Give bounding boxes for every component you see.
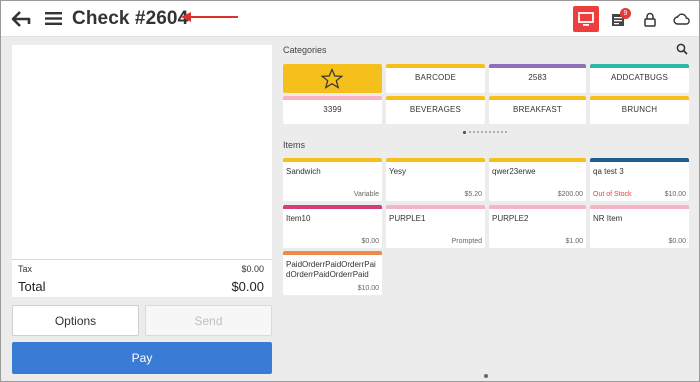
- cloud-icon: [672, 13, 690, 25]
- tax-value: $0.00: [241, 264, 264, 274]
- page-dot: [477, 131, 479, 133]
- customer-display-button[interactable]: [573, 6, 599, 32]
- check-items-list[interactable]: [12, 45, 272, 260]
- total-value: $0.00: [231, 279, 264, 294]
- item-name: qa test 3: [593, 167, 624, 176]
- item-name: NR Item: [593, 214, 623, 223]
- item-name: PaidOrderrPaidOrderrPaidOrderrPaidOrderr…: [286, 260, 376, 279]
- notification-badge: 9: [620, 8, 631, 19]
- page-title: Check #2604: [72, 8, 189, 29]
- item-tile[interactable]: qwer23erwe $200.00: [489, 158, 586, 201]
- item-tile[interactable]: NR Item $0.00: [590, 205, 689, 248]
- page-dot: [481, 131, 483, 133]
- item-price: Variable: [353, 191, 379, 198]
- lock-button[interactable]: [637, 6, 663, 32]
- page-dot: [505, 131, 507, 133]
- category-tile[interactable]: BARCODE: [386, 64, 485, 93]
- lock-icon: [644, 12, 656, 27]
- item-price: $0.00: [361, 238, 379, 245]
- category-tile[interactable]: BEVERAGES: [386, 96, 485, 124]
- item-price: $5.20: [464, 191, 482, 198]
- star-icon: [321, 68, 343, 89]
- category-tile[interactable]: ADDCATBUGS: [590, 64, 689, 93]
- check-totals: Tax $0.00 Total $0.00: [12, 259, 272, 297]
- item-color-bar: [489, 205, 586, 209]
- items-heading: Items: [283, 140, 306, 150]
- item-color-bar: [489, 158, 586, 162]
- page-dot: [463, 131, 466, 134]
- item-tile[interactable]: PURPLE1 Prompted: [386, 205, 485, 248]
- top-bar: Check #2604 9: [1, 1, 699, 37]
- pos-screen: Check #2604 9 Tax $0.00 Total $0.00 Opti…: [0, 0, 700, 382]
- item-price: Prompted: [451, 238, 482, 245]
- search-icon[interactable]: [676, 43, 688, 55]
- category-tile[interactable]: 2583: [489, 64, 586, 93]
- category-color-bar: [590, 64, 689, 68]
- options-button[interactable]: Options: [12, 305, 139, 336]
- item-tile[interactable]: qa test 3 Out of Stock $10.00: [590, 158, 689, 201]
- category-color-bar: [590, 96, 689, 100]
- out-of-stock-label: Out of Stock: [593, 191, 632, 198]
- item-price: $10.00: [664, 191, 686, 198]
- orders-button[interactable]: 9: [605, 6, 631, 32]
- item-color-bar: [283, 158, 382, 162]
- page-dot: [469, 131, 471, 133]
- item-name: PURPLE1: [389, 214, 426, 223]
- items-page-indicator: [484, 374, 488, 378]
- page-dot: [493, 131, 495, 133]
- item-tile[interactable]: PURPLE2 $1.00: [489, 205, 586, 248]
- category-label: BRUNCH: [621, 105, 658, 114]
- category-color-bar: [283, 96, 382, 100]
- category-color-bar: [386, 64, 485, 68]
- item-color-bar: [590, 205, 689, 209]
- item-color-bar: [386, 158, 485, 162]
- item-tile[interactable]: PaidOrderrPaidOrderrPaidOrderrPaidOrderr…: [283, 251, 382, 295]
- page-dot: [485, 131, 487, 133]
- category-label: 2583: [528, 73, 547, 82]
- send-button[interactable]: Send: [145, 305, 272, 336]
- categories-heading: Categories: [283, 45, 327, 55]
- total-label: Total: [18, 279, 46, 294]
- favorites-category-tile[interactable]: [283, 64, 382, 93]
- item-tile[interactable]: Sandwich Variable: [283, 158, 382, 201]
- category-label: BARCODE: [415, 73, 456, 82]
- item-tile[interactable]: Item10 $0.00: [283, 205, 382, 248]
- item-price: $0.00: [668, 238, 686, 245]
- category-color-bar: [489, 64, 586, 68]
- category-tile[interactable]: BRUNCH: [590, 96, 689, 124]
- category-label: BEVERAGES: [409, 105, 462, 114]
- category-tile[interactable]: 3399: [283, 96, 382, 124]
- category-color-bar: [489, 96, 586, 100]
- item-color-bar: [283, 205, 382, 209]
- category-label: 3399: [323, 105, 342, 114]
- cloud-sync-button[interactable]: [668, 6, 694, 32]
- item-price: $200.00: [557, 191, 583, 198]
- item-name: PURPLE2: [492, 214, 529, 223]
- back-arrow-icon[interactable]: [11, 10, 31, 28]
- pay-button[interactable]: Pay: [12, 342, 272, 374]
- item-price: $10.00: [357, 285, 379, 292]
- item-tile[interactable]: Yesy $5.20: [386, 158, 485, 201]
- hamburger-menu-icon[interactable]: [45, 11, 62, 26]
- item-name: Item10: [286, 214, 311, 223]
- category-tile[interactable]: BREAKFAST: [489, 96, 586, 124]
- category-label: BREAKFAST: [513, 105, 562, 114]
- monitor-icon: [578, 11, 594, 26]
- page-dot: [473, 131, 475, 133]
- item-name: Sandwich: [286, 167, 321, 176]
- item-name: qwer23erwe: [492, 167, 536, 176]
- category-label: ADDCATBUGS: [611, 73, 668, 82]
- page-dot: [501, 131, 503, 133]
- page-dot: [489, 131, 491, 133]
- item-color-bar: [590, 158, 689, 162]
- item-name: Yesy: [389, 167, 407, 176]
- item-color-bar: [283, 251, 382, 255]
- annotation-arrow-icon: [181, 12, 238, 22]
- tax-label: Tax: [18, 264, 33, 274]
- category-color-bar: [386, 96, 485, 100]
- page-dot: [497, 131, 499, 133]
- item-price: $1.00: [565, 238, 583, 245]
- item-color-bar: [386, 205, 485, 209]
